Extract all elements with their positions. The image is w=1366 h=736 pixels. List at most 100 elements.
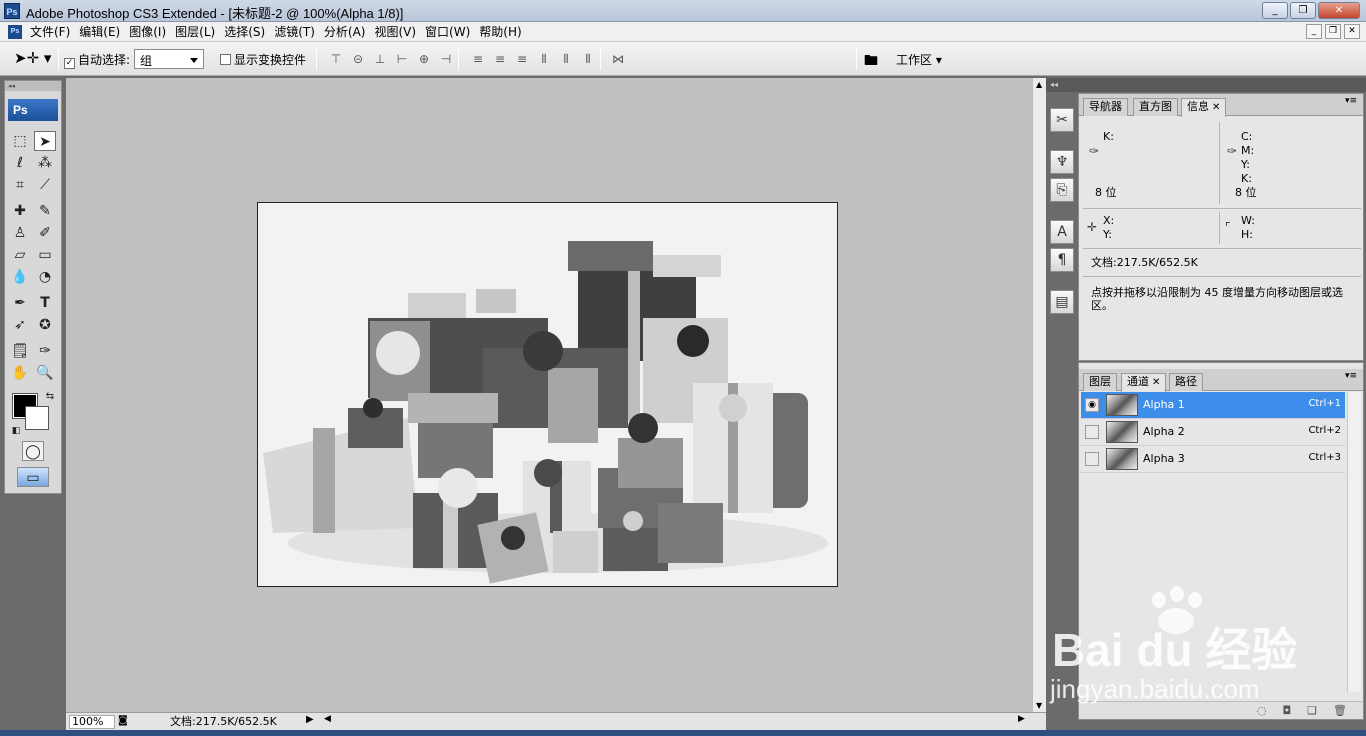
status-icon[interactable]: ◙ (118, 715, 128, 726)
maximize-button[interactable]: ❐ (1290, 2, 1316, 19)
status-menu-arrow-icon[interactable]: ▶ (306, 714, 314, 725)
lasso-tool-icon[interactable]: ℓ (9, 153, 31, 173)
distribute-right-icon[interactable]: ⦀ (580, 51, 596, 67)
align-right-icon[interactable]: ⊣ (438, 51, 454, 67)
close-tab-icon[interactable]: ✕ (1212, 102, 1220, 113)
quick-mask-icon[interactable]: ◯ (22, 441, 44, 461)
tab-paths[interactable]: 路径 (1169, 373, 1203, 391)
visibility-toggle-icon[interactable] (1085, 452, 1099, 466)
scroll-up-icon[interactable]: ▲ (1036, 80, 1042, 89)
clone-source-icon[interactable]: ⎘ (1050, 178, 1074, 202)
auto-select-checkbox[interactable]: ✓ 自动选择: (64, 51, 130, 69)
tab-layers[interactable]: 图层 (1083, 373, 1117, 391)
move-tool-preset-icon[interactable]: ➤✛ ▾ (14, 49, 51, 67)
visibility-eye-icon[interactable]: ◉ (1085, 398, 1099, 412)
crop-tool-icon[interactable]: ⌗ (9, 175, 31, 195)
menu-window[interactable]: 窗口(W) (423, 24, 477, 40)
close-button[interactable]: ✕ (1318, 2, 1360, 19)
pen-tool-icon[interactable]: ✒ (9, 293, 31, 313)
magic-wand-tool-icon[interactable]: ⁂ (34, 153, 56, 173)
character-icon[interactable]: A (1050, 220, 1074, 244)
type-tool-icon[interactable]: T (34, 293, 56, 313)
paragraph-icon[interactable]: ¶ (1050, 248, 1074, 272)
channels-scrollbar[interactable] (1347, 392, 1361, 692)
save-selection-channel-icon[interactable]: ◘ (1282, 704, 1291, 717)
scroll-down-icon[interactable]: ▼ (1036, 701, 1042, 710)
path-selection-tool-icon[interactable]: ➶ (9, 315, 31, 335)
channel-row-alpha-2[interactable]: Alpha 2 Ctrl+2 (1081, 419, 1345, 446)
menu-layer[interactable]: 图层(L) (173, 24, 222, 40)
close-tab-icon[interactable]: ✕ (1152, 377, 1160, 388)
distribute-hcenter-icon[interactable]: ⦀ (558, 51, 574, 67)
auto-select-dropdown[interactable]: 组 (134, 49, 204, 69)
minimize-button[interactable]: _ (1262, 2, 1288, 19)
menu-file[interactable]: 文件(F) (28, 24, 77, 40)
eyedropper-readout2-icon[interactable]: ✑ (1227, 144, 1237, 158)
tool-presets-icon[interactable]: ✂ (1050, 108, 1074, 132)
canvas-area[interactable] (66, 78, 1032, 712)
toolbox-logo[interactable]: Ps (8, 99, 58, 121)
menu-analysis[interactable]: 分析(A) (322, 24, 373, 40)
document-icon[interactable]: Ps (8, 25, 22, 39)
gradient-tool-icon[interactable]: ▭ (34, 245, 56, 265)
bridge-icon[interactable]: 🖿 (864, 50, 878, 74)
distribute-left-icon[interactable]: ⦀ (536, 51, 552, 67)
menu-select[interactable]: 选择(S) (222, 24, 272, 40)
eraser-tool-icon[interactable]: ▱ (9, 245, 31, 265)
tab-navigator[interactable]: 导航器 (1083, 98, 1128, 116)
brushes-icon[interactable]: ♆ (1050, 150, 1074, 174)
load-channel-selection-icon[interactable]: ◌ (1257, 704, 1267, 717)
notes-tool-icon[interactable]: 🗒 (9, 341, 31, 361)
dodge-tool-icon[interactable]: ◔ (34, 267, 56, 287)
channel-row-alpha-3[interactable]: Alpha 3 Ctrl+3 (1081, 446, 1345, 473)
blur-tool-icon[interactable]: 💧 (9, 267, 31, 287)
eyedropper-tool-icon[interactable]: ✑ (34, 341, 56, 361)
document-canvas[interactable] (257, 202, 838, 587)
channel-row-alpha-1[interactable]: ◉ Alpha 1 Ctrl+1 (1081, 392, 1345, 419)
workspace-menu[interactable]: 工作区 ▾ (896, 51, 942, 68)
menu-edit[interactable]: 编辑(E) (77, 24, 127, 40)
zoom-field[interactable]: 100% (69, 715, 115, 729)
align-left-icon[interactable]: ⊢ (394, 51, 410, 67)
menu-help[interactable]: 帮助(H) (477, 24, 528, 40)
brush-tool-icon[interactable]: ✎ (34, 201, 56, 221)
move-tool-icon[interactable]: ➤ (34, 131, 56, 151)
doc-restore-button[interactable]: ❐ (1325, 24, 1341, 39)
tab-histogram[interactable]: 直方图 (1133, 98, 1178, 116)
distribute-top-icon[interactable]: ≡ (470, 51, 486, 67)
menu-image[interactable]: 图像(I) (127, 24, 173, 40)
custom-shape-tool-icon[interactable]: ✪ (34, 315, 56, 335)
panel-menu-icon[interactable]: ▾≡ (1345, 96, 1357, 106)
menu-view[interactable]: 视图(V) (372, 24, 423, 40)
hscroll-right-icon[interactable]: ▶ (1018, 714, 1025, 724)
layer-comps-icon[interactable]: ▤ (1050, 290, 1074, 314)
new-channel-icon[interactable]: ❏ (1307, 704, 1317, 717)
distribute-bottom-icon[interactable]: ≡ (514, 51, 530, 67)
align-vcenter-icon[interactable]: ⊝ (350, 51, 366, 67)
doc-close-button[interactable]: ✕ (1344, 24, 1360, 39)
marquee-tool-icon[interactable]: ⬚ (9, 131, 31, 151)
healing-brush-tool-icon[interactable]: ✚ (9, 201, 31, 221)
menu-filter[interactable]: 滤镜(T) (272, 24, 322, 40)
eyedropper-readout-icon[interactable]: ✑ (1089, 144, 1099, 158)
panel-menu-icon[interactable]: ▾≡ (1345, 371, 1357, 381)
align-top-icon[interactable]: ⊤ (328, 51, 344, 67)
tab-channels[interactable]: 通道 ✕ (1121, 373, 1167, 392)
clone-stamp-tool-icon[interactable]: ♙ (9, 223, 31, 243)
distribute-vcenter-icon[interactable]: ≡ (492, 51, 508, 67)
delete-channel-icon[interactable]: 🗑 (1333, 704, 1347, 717)
show-transform-checkbox[interactable]: 显示变换控件 (220, 51, 306, 68)
doc-minimize-button[interactable]: _ (1306, 24, 1322, 39)
hand-tool-icon[interactable]: ✋ (9, 363, 31, 383)
panel-dock-grip[interactable]: ◂◂ (1046, 78, 1366, 92)
toolbox-grip[interactable]: ◂◂ (5, 81, 61, 91)
visibility-toggle-icon[interactable] (1085, 425, 1099, 439)
slice-tool-icon[interactable]: ⟋ (34, 175, 56, 195)
swap-colors-icon[interactable]: ⇆ (39, 387, 61, 407)
align-bottom-icon[interactable]: ⊥ (372, 51, 388, 67)
canvas-vertical-scrollbar[interactable]: ▲ ▼ (1032, 78, 1046, 712)
background-color-swatch[interactable] (25, 406, 49, 430)
zoom-tool-icon[interactable]: 🔍 (34, 363, 56, 383)
align-hcenter-icon[interactable]: ⊕ (416, 51, 432, 67)
hscroll-left-icon[interactable]: ◀ (324, 714, 331, 724)
